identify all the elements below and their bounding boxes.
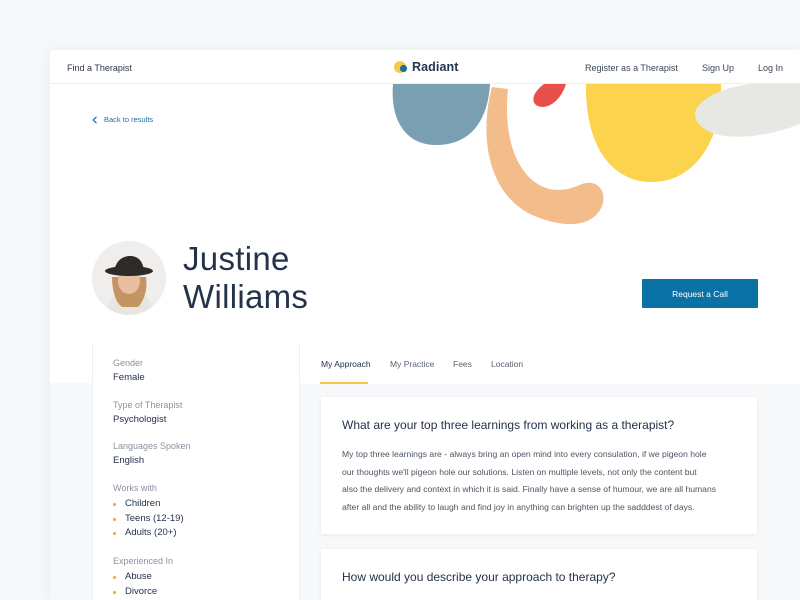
experienced-in-list: Abuse Divorce <box>113 570 173 599</box>
brand-name: Radiant <box>412 60 459 74</box>
red-blob <box>533 84 566 107</box>
list-item: Abuse <box>113 570 173 585</box>
page: Find a Therapist Radiant Register as a T… <box>50 50 800 600</box>
question-card: What are your top three learnings from w… <box>321 397 757 534</box>
back-to-results-link[interactable]: Back to results <box>92 115 153 124</box>
tab-my-practice[interactable]: My Practice <box>390 359 434 369</box>
works-with-label: Works with <box>113 483 157 493</box>
tab-my-approach[interactable]: My Approach <box>321 359 371 369</box>
brand-logo[interactable]: Radiant <box>394 60 459 74</box>
question-card: How would you describe your approach to … <box>321 549 757 600</box>
answer-line: after all and the ability to laugh and f… <box>342 501 695 512</box>
nav-actions: Register as a Therapist Sign Up Log In <box>585 63 783 73</box>
avatar <box>92 241 166 315</box>
answer-line: My top three learnings are - always brin… <box>342 449 707 459</box>
tab-fees[interactable]: Fees <box>453 359 472 369</box>
list-item: Divorce <box>113 585 173 600</box>
blue-blob <box>392 84 490 146</box>
profile-tabs: My Approach My Practice Fees Location <box>301 344 800 384</box>
yellow-blob <box>585 84 722 182</box>
portrait-image <box>92 241 166 315</box>
bullet-dot-icon <box>113 576 116 579</box>
languages-value: English <box>113 455 145 466</box>
bullet-dot-icon <box>113 532 116 535</box>
therapist-details-sidebar: Gender Female Type of Therapist Psycholo… <box>92 344 300 600</box>
gender-label: Gender <box>113 358 144 368</box>
nav-register-link[interactable]: Register as a Therapist <box>585 63 678 73</box>
list-item: Adults (20+) <box>113 526 184 541</box>
therapist-last-name: Williams <box>183 278 309 315</box>
question-title: What are your top three learnings from w… <box>342 418 675 432</box>
answer-line: also the delivery and context in which i… <box>342 484 717 494</box>
list-item-label: Divorce <box>125 585 158 597</box>
languages-label: Languages Spoken <box>113 441 191 451</box>
list-item: Teens (12-19) <box>113 512 184 527</box>
experienced-in-group: Experienced In Abuse Divorce <box>113 556 173 599</box>
list-item-label: Abuse <box>125 571 152 582</box>
therapist-type-group: Type of Therapist Psychologist <box>113 400 182 425</box>
languages-group: Languages Spoken English <box>113 441 191 466</box>
list-item: Children <box>113 497 184 512</box>
list-item-label: Children <box>125 498 161 509</box>
therapist-first-name: Justine <box>183 240 290 277</box>
back-label: Back to results <box>104 115 154 124</box>
decorative-blobs <box>392 84 800 225</box>
experienced-in-label: Experienced In <box>113 556 174 566</box>
gender-value: Female <box>113 372 145 383</box>
bullet-dot-icon <box>113 590 116 594</box>
gender-group: Gender Female <box>113 358 145 383</box>
tab-location[interactable]: Location <box>491 359 523 369</box>
peach-arc-blob <box>486 87 604 225</box>
therapist-name: Justine Williams <box>183 240 308 316</box>
bullet-dot-icon <box>113 503 116 506</box>
nav-login-link[interactable]: Log In <box>758 63 783 73</box>
question-title: How would you describe your approach to … <box>342 570 616 584</box>
question-answer: My top three learnings are - always brin… <box>342 446 742 516</box>
nav-find-therapist-link[interactable]: Find a Therapist <box>67 63 132 73</box>
list-item-label: Adults (20+) <box>125 527 177 538</box>
chevron-left-icon <box>92 115 97 124</box>
request-call-button[interactable]: Request a Call <box>642 279 758 308</box>
radiant-logo-icon <box>394 60 408 74</box>
nav-signup-link[interactable]: Sign Up <box>702 63 734 73</box>
active-tab-indicator <box>320 382 368 384</box>
therapist-type-value: Psychologist <box>113 414 167 425</box>
answer-line: our thoughts we'll pigeon hole our solut… <box>342 466 697 477</box>
list-item-label: Teens (12-19) <box>125 512 184 524</box>
top-nav: Find a Therapist Radiant Register as a T… <box>50 50 800 84</box>
bullet-dot-icon <box>113 517 116 521</box>
works-with-group: Works with Children Teens (12-19) Adults… <box>113 483 184 541</box>
therapist-type-label: Type of Therapist <box>113 400 183 410</box>
works-with-list: Children Teens (12-19) Adults (20+) <box>113 497 184 541</box>
